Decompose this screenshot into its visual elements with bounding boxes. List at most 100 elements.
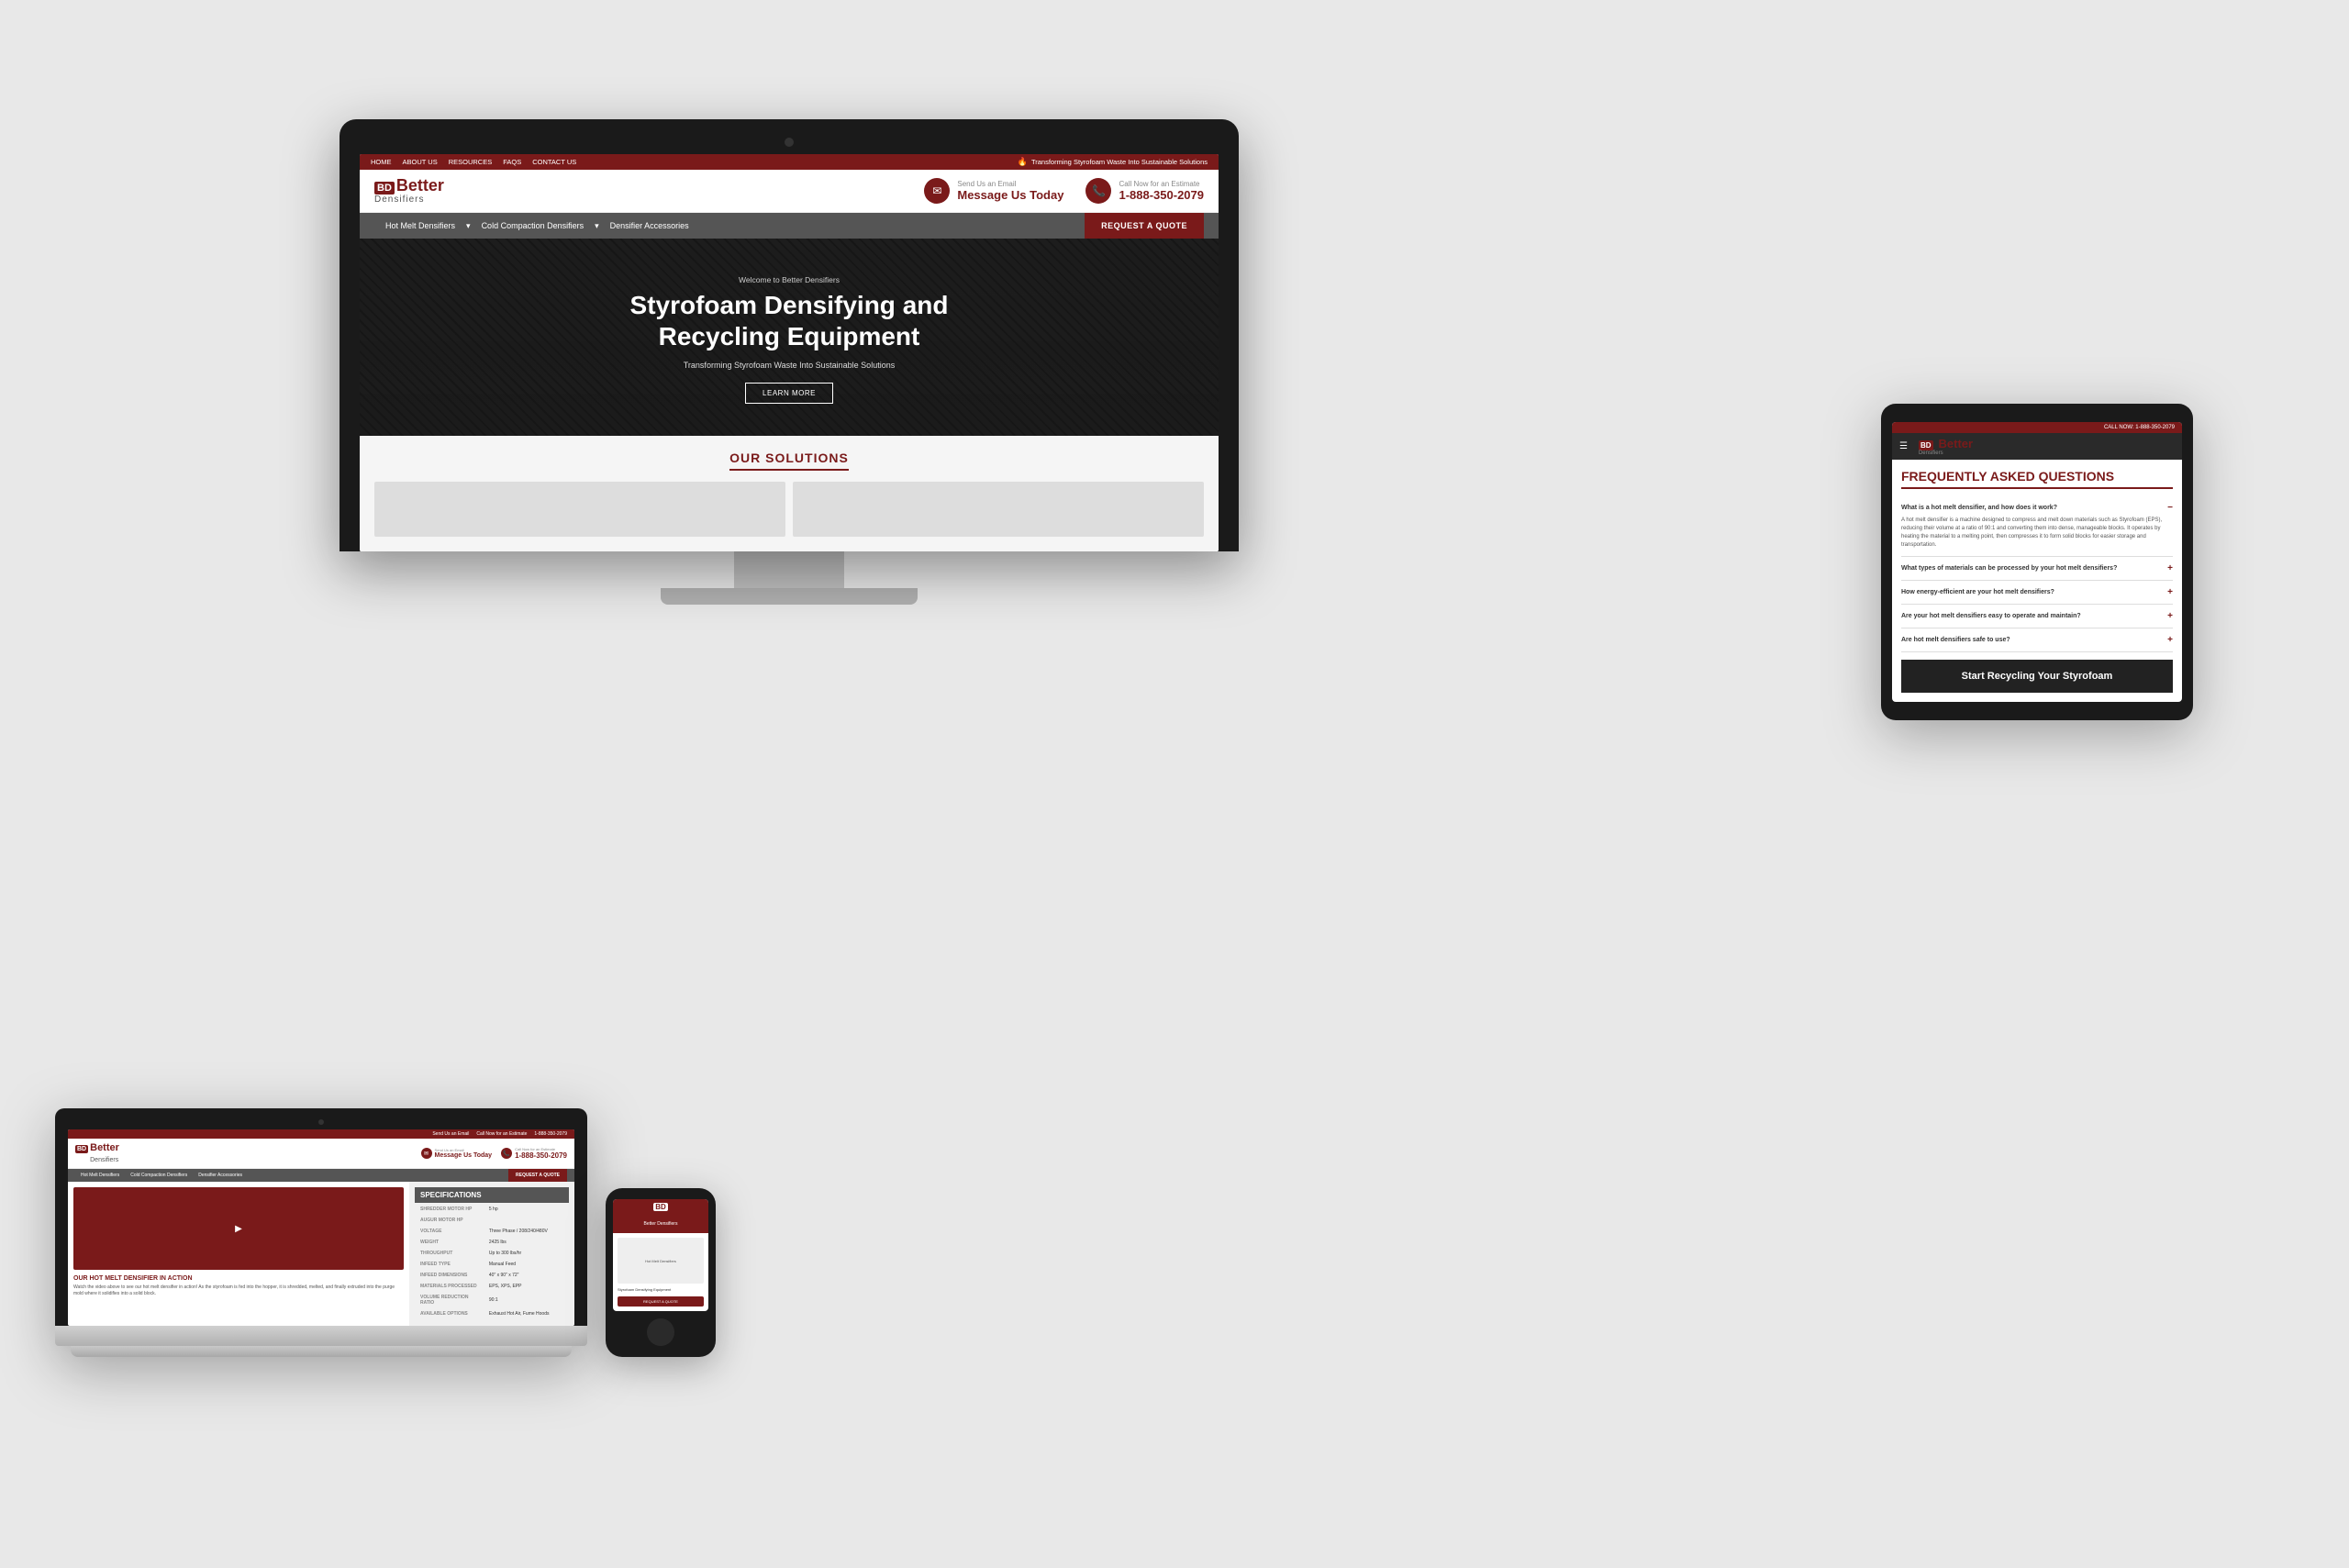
tablet-cta-text: Start Recycling Your Styrofoam	[1912, 671, 2162, 682]
laptop-nav-accessories[interactable]: Densifier Accessories	[193, 1169, 248, 1182]
laptop-right-panel: SPECIFICATIONS SHREDDER MOTOR HP 5 hp AU…	[409, 1182, 574, 1326]
spec-label-0: SHREDDER MOTOR HP	[417, 1205, 484, 1214]
faq-question-3[interactable]: Are your hot melt densifiers easy to ope…	[1901, 611, 2173, 621]
spec-row-6: INFEED DIMENSIONS 40" x 90" x 72"	[417, 1271, 567, 1280]
email-contact: ✉ Send Us an Email Message Us Today	[924, 178, 1063, 204]
flame-icon: 🔥	[1018, 157, 1028, 167]
laptop-video[interactable]: ▶	[73, 1187, 404, 1270]
tablet-nav: ☰ BD Better Densifiers	[1892, 433, 2182, 460]
phone-screen: BD Better Densifiers Hot Melt Densifiers…	[613, 1199, 708, 1311]
laptop-nav-hot-melt[interactable]: Hot Melt Densifiers	[75, 1169, 125, 1182]
email-icon: ✉	[924, 178, 950, 204]
faq-expand-icon-3[interactable]: +	[2167, 611, 2173, 621]
laptop-contact: ✉ Send Us an Email Message Us Today 📞 Ca…	[421, 1147, 567, 1160]
scene: HOME ABOUT US RESOURCES FAQS CONTACT US …	[0, 0, 2349, 1568]
hero-learn-more-btn[interactable]: LEARN MORE	[745, 383, 833, 404]
hero-content: Welcome to Better Densifiers Styrofoam D…	[378, 275, 1200, 404]
spec-row-1: AUGUR MOTOR HP	[417, 1216, 567, 1225]
laptop-phone-big[interactable]: 1-888-350-2079	[515, 1151, 567, 1160]
spec-row-0: SHREDDER MOTOR HP 5 hp	[417, 1205, 567, 1214]
faq-question-0[interactable]: What is a hot melt densifier, and how do…	[1901, 503, 2173, 513]
phone-content-text: Styrofoam Densifying Equipment	[618, 1287, 704, 1293]
solutions-title: OUR SOLUTIONS	[729, 450, 849, 471]
faq-question-2[interactable]: How energy-efficient are your hot melt d…	[1901, 587, 2173, 597]
laptop-phone-number: 1-888-350-2079	[534, 1131, 567, 1137]
logo-bb-badge: BD	[374, 182, 395, 195]
phone-frame: BD Better Densifiers Hot Melt Densifiers…	[606, 1188, 716, 1357]
header-contact-area: ✉ Send Us an Email Message Us Today 📞 Ca…	[924, 178, 1204, 204]
spec-label-10: AVAILABLE OPTIONS	[417, 1309, 484, 1318]
spec-label-3: WEIGHT	[417, 1238, 484, 1247]
nav-about[interactable]: ABOUT US	[403, 158, 438, 166]
spec-value-2: Three Phase / 208/240/480V	[485, 1227, 567, 1236]
faq-expand-icon-2[interactable]: +	[2167, 587, 2173, 597]
spec-value-5: Manual Feed	[485, 1260, 567, 1269]
spec-label-5: INFEED TYPE	[417, 1260, 484, 1269]
nav-cold-compaction[interactable]: Cold Compaction Densifiers	[471, 214, 596, 238]
faq-expand-icon-1[interactable]: +	[2167, 563, 2173, 573]
phone-contact: 📞 Call Now for an Estimate 1-888-350-207…	[1085, 178, 1204, 204]
desktop-monitor: HOME ABOUT US RESOURCES FAQS CONTACT US …	[340, 119, 1239, 605]
spec-label-9: VOLUME REDUCTION RATIO	[417, 1293, 484, 1307]
solutions-grid	[374, 482, 1204, 537]
phone-logo-text: Better Densifiers	[644, 1221, 678, 1227]
spec-row-4: THROUGHPUT Up to 300 lbs/hr	[417, 1249, 567, 1258]
spec-label-2: VOLTAGE	[417, 1227, 484, 1236]
faq-answer-0: A hot melt densifier is a machine design…	[1901, 517, 2173, 550]
spec-row-2: VOLTAGE Three Phase / 208/240/480V	[417, 1227, 567, 1236]
nav-home[interactable]: HOME	[371, 158, 392, 166]
spec-row-3: WEIGHT 2425 lbs	[417, 1238, 567, 1247]
laptop-action-title: OUR HOT MELT DENSIFIER IN ACTION	[73, 1275, 404, 1282]
spec-row-10: AVAILABLE OPTIONS Exhaust Hot Air, Fume …	[417, 1309, 567, 1318]
phone-cta-btn[interactable]: REQUEST A QUOTE	[618, 1296, 704, 1307]
laptop-quote-btn[interactable]: REQUEST A QUOTE	[508, 1169, 567, 1182]
spec-label-1: AUGUR MOTOR HP	[417, 1216, 484, 1225]
phone-hero-text: Hot Melt Densifiers	[645, 1259, 676, 1263]
phone-number[interactable]: 1-888-350-2079	[1119, 188, 1204, 202]
spec-value-4: Up to 300 lbs/hr	[485, 1249, 567, 1258]
phone-header: BD	[613, 1199, 708, 1215]
laptop-header: BD BetterDensifiers ✉ Send Us an Email M…	[68, 1139, 574, 1169]
phone-body: Hot Melt Densifiers Styrofoam Densifying…	[613, 1233, 708, 1311]
nav-resources[interactable]: RESOURCES	[449, 158, 493, 166]
nav-hot-melt[interactable]: Hot Melt Densifiers	[374, 214, 466, 238]
solutions-section: OUR SOLUTIONS	[360, 436, 1219, 551]
laptop-screen: Send Us an Email Call Now for an Estimat…	[68, 1129, 574, 1326]
faq-expand-icon-4[interactable]: +	[2167, 635, 2173, 645]
spec-row-5: INFEED TYPE Manual Feed	[417, 1260, 567, 1269]
phone-text: Call Now for an Estimate 1-888-350-2079	[1119, 180, 1204, 202]
monitor-camera	[785, 138, 794, 147]
tablet-screen: CALL NOW: 1-888-350-2079 ☰ BD Better Den…	[1892, 422, 2182, 702]
laptop-email-contact: ✉ Send Us an Email Message Us Today	[421, 1148, 493, 1159]
laptop-email-cta[interactable]: Message Us Today	[435, 1152, 493, 1159]
laptop-spec-title: SPECIFICATIONS	[415, 1187, 569, 1203]
nav-faqs[interactable]: FAQS	[503, 158, 521, 166]
faq-question-4[interactable]: Are hot melt densifiers safe to use? +	[1901, 635, 2173, 645]
nav-contact[interactable]: CONTACT US	[532, 158, 576, 166]
hamburger-icon[interactable]: ☰	[1899, 441, 1908, 451]
desktop-header: BD Better Densifiers ✉ Send Us an Email …	[360, 170, 1219, 213]
laptop-email-icon: ✉	[421, 1148, 432, 1159]
tablet-faq-title: FREQUENTLY ASKED QUESTIONS	[1901, 469, 2173, 489]
nav-accessories[interactable]: Densifier Accessories	[599, 214, 700, 238]
phone-home-button[interactable]	[647, 1318, 674, 1346]
faq-question-1[interactable]: What types of materials can be processed…	[1901, 563, 2173, 573]
desktop-nav: Hot Melt Densifiers ▾ Cold Compaction De…	[360, 213, 1219, 239]
tablet-frame: CALL NOW: 1-888-350-2079 ☰ BD Better Den…	[1881, 404, 2193, 720]
faq-item-2: How energy-efficient are your hot melt d…	[1901, 581, 2173, 605]
spec-value-0: 5 hp	[485, 1205, 567, 1214]
faq-expand-icon-0[interactable]: −	[2167, 503, 2173, 513]
hero-subtitle: Transforming Styrofoam Waste Into Sustai…	[378, 361, 1200, 370]
tablet-logo-name1: Better	[1939, 437, 1974, 450]
laptop-main: ▶ OUR HOT MELT DENSIFIER IN ACTION Watch…	[68, 1182, 574, 1326]
laptop-logo-badge: BD	[75, 1145, 88, 1153]
spec-value-10: Exhaust Hot Air, Fume Hoods	[485, 1309, 567, 1318]
spec-row-9: VOLUME REDUCTION RATIO 90:1	[417, 1293, 567, 1307]
laptop-nav-cold[interactable]: Cold Compaction Densifiers	[125, 1169, 193, 1182]
laptop-topbar: Send Us an Email Call Now for an Estimat…	[68, 1129, 574, 1139]
quote-button[interactable]: REQUEST A QUOTE	[1085, 213, 1204, 239]
spec-value-8: EPS, XPS, EPP	[485, 1282, 567, 1291]
hero-welcome-text: Welcome to Better Densifiers	[378, 275, 1200, 284]
email-cta[interactable]: Message Us Today	[957, 188, 1063, 202]
spec-row-8: MATERIALS PROCESSED EPS, XPS, EPP	[417, 1282, 567, 1291]
